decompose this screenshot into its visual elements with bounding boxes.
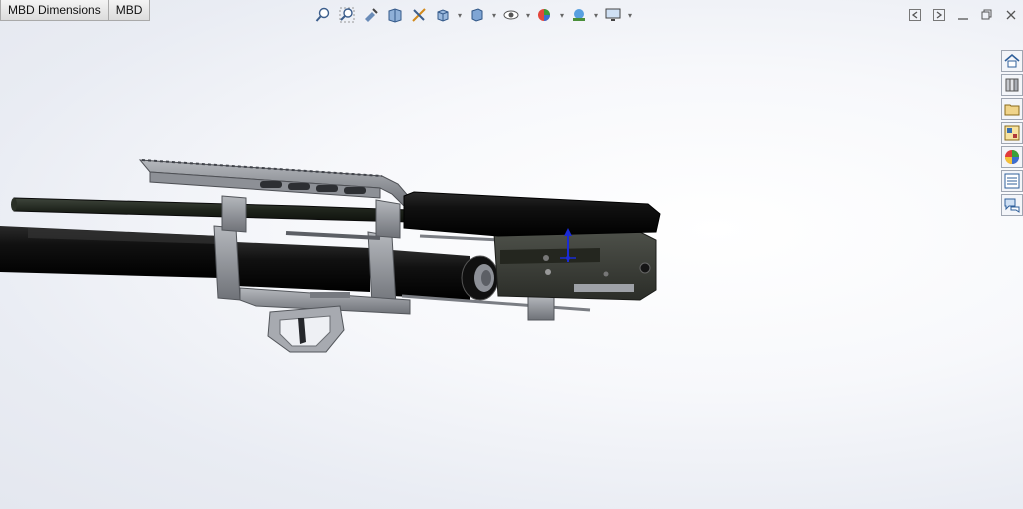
custom-properties-icon[interactable] — [1001, 170, 1023, 192]
scope-rail[interactable] — [138, 159, 411, 207]
chevron-down-icon[interactable]: ▾ — [592, 5, 600, 25]
restore-left-icon[interactable] — [903, 5, 927, 25]
minimize-icon[interactable] — [951, 5, 975, 25]
chevron-down-icon[interactable]: ▾ — [626, 5, 634, 25]
model-assembly[interactable] — [0, 159, 661, 353]
edit-appearance-icon[interactable] — [534, 5, 556, 25]
graphics-area[interactable] — [0, 0, 1000, 509]
home-icon[interactable] — [1001, 50, 1023, 72]
receiver-cover[interactable] — [403, 191, 661, 237]
file-explorer-icon[interactable] — [1001, 98, 1023, 120]
apply-scene-icon[interactable] — [568, 5, 590, 25]
receiver[interactable] — [493, 231, 657, 301]
previous-view-icon[interactable] — [360, 5, 382, 25]
display-style-icon[interactable] — [466, 5, 488, 25]
appearances-icon[interactable] — [1001, 146, 1023, 168]
close-icon[interactable] — [999, 5, 1023, 25]
barrel[interactable] — [13, 197, 411, 223]
hide-show-items-icon[interactable] — [500, 5, 522, 25]
maximize-icon[interactable] — [975, 5, 999, 25]
tab-mbd[interactable]: MBD — [108, 0, 151, 21]
zoom-to-area-icon[interactable] — [336, 5, 358, 25]
task-pane — [1001, 50, 1023, 218]
forum-icon[interactable] — [1001, 194, 1023, 216]
section-view-icon[interactable] — [384, 5, 406, 25]
zoom-to-fit-icon[interactable] — [312, 5, 334, 25]
chevron-down-icon[interactable]: ▾ — [490, 5, 498, 25]
heads-up-view-toolbar: ▾ ▾ ▾ ▾ ▾ ▾ — [312, 4, 634, 26]
chevron-down-icon[interactable]: ▾ — [524, 5, 532, 25]
view-settings-icon[interactable] — [602, 5, 624, 25]
design-library-icon[interactable] — [1001, 74, 1023, 96]
window-controls — [903, 5, 1023, 25]
dynamic-annotation-icon[interactable] — [408, 5, 430, 25]
tab-mbd-dimensions[interactable]: MBD Dimensions — [0, 0, 109, 21]
chevron-down-icon[interactable]: ▾ — [456, 5, 464, 25]
chevron-down-icon[interactable]: ▾ — [558, 5, 566, 25]
view-palette-icon[interactable] — [1001, 122, 1023, 144]
restore-right-icon[interactable] — [927, 5, 951, 25]
view-orientation-icon[interactable] — [432, 5, 454, 25]
mbd-tabs: MBD Dimensions MBD — [0, 0, 151, 21]
